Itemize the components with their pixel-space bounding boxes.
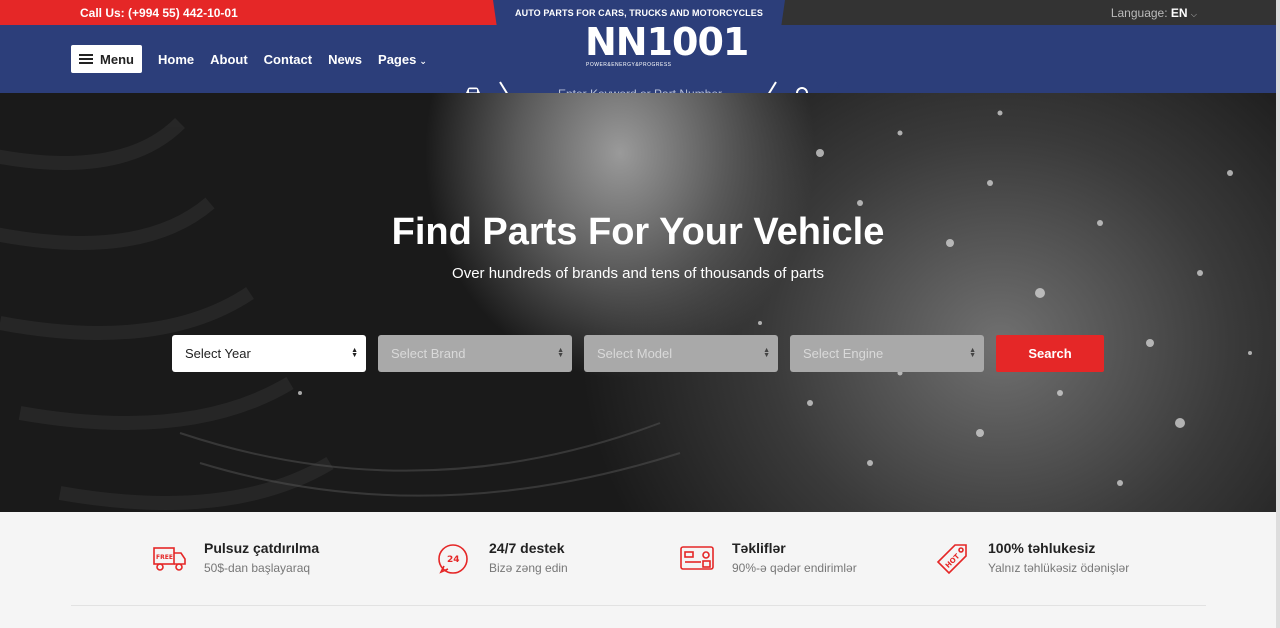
select-engine-label: Select Engine	[803, 346, 884, 361]
hero-subtitle: Over hundreds of brands and tens of thou…	[452, 265, 824, 282]
language-value: EN	[1170, 6, 1188, 20]
nav-news[interactable]: News	[328, 52, 362, 67]
feature-secure: HOT 100% təhlukesiz Yalnız təhlükəsiz öd…	[935, 540, 1129, 576]
menu-button[interactable]: Menu	[71, 45, 142, 73]
feature-title: 100% təhlukesiz	[988, 540, 1096, 556]
language-selector[interactable]: Language: EN ⌵	[1111, 6, 1197, 20]
feature-title: Təkliflər	[732, 540, 786, 556]
select-arrows-icon: ▲ ▼	[969, 347, 976, 359]
select-arrows-icon: ▲ ▼	[763, 347, 770, 359]
phone-link[interactable]: Call Us: (+994 55) 442-10-01	[80, 6, 238, 20]
feature-text: 50$-dan başlayaraq	[204, 561, 311, 575]
nav-home[interactable]: Home	[158, 52, 194, 67]
nav-pages-label: Pages	[378, 51, 417, 67]
select-year-label: Select Year	[185, 346, 251, 361]
feature-support: 24 24/7 destek Bizə zəng edin	[436, 540, 568, 576]
divider	[71, 605, 1206, 606]
site-logo[interactable]: NN1001 POWER&ENERGY&PROGRESS	[585, 20, 749, 68]
select-engine[interactable]: Select Engine ▲ ▼	[790, 335, 984, 372]
nav-about[interactable]: About	[210, 52, 248, 67]
free-delivery-truck-icon: FREE	[153, 547, 186, 571]
chevron-down-icon: ⌵	[1190, 10, 1197, 19]
feature-title: 24/7 destek	[489, 540, 565, 556]
nav-contact[interactable]: Contact	[264, 52, 312, 67]
tire-splash-background	[0, 110, 1252, 510]
features-strip: FREE Pulsuz çatdırılma 50$-dan başlayara…	[0, 512, 1276, 628]
select-brand[interactable]: Select Brand ▲ ▼	[378, 335, 572, 372]
hero-banner: Find Parts For Your Vehicle Over hundred…	[0, 93, 1280, 512]
svg-text:24: 24	[447, 555, 460, 565]
feature-offers: Təkliflər 90%-ə qədər endirimlər	[679, 540, 857, 575]
feature-text: Bizə zəng edin	[489, 561, 568, 575]
main-nav: Menu Home About Contact News Pages ⌄	[71, 45, 435, 73]
logo-text: NN1001	[585, 20, 749, 64]
offers-card-icon	[680, 546, 714, 570]
chevron-down-icon: ⌄	[419, 55, 427, 66]
vehicle-search-button[interactable]: Search	[996, 335, 1104, 372]
select-arrows-icon: ▲ ▼	[351, 347, 358, 359]
select-model-label: Select Model	[597, 346, 673, 361]
support-24-7-icon: 24	[438, 544, 468, 574]
hot-price-tag-icon: HOT	[936, 544, 967, 575]
page-scrollbar[interactable]	[1276, 0, 1280, 628]
top-bar-red-strip	[0, 0, 510, 25]
svg-text:HOT: HOT	[944, 552, 962, 570]
language-label: Language:	[1110, 6, 1168, 20]
feature-text: Yalnız təhlükəsiz ödənişlər	[988, 561, 1130, 575]
svg-text:FREE: FREE	[156, 554, 173, 561]
hero-title: Find Parts For Your Vehicle	[391, 211, 885, 253]
header-tagline: AUTO PARTS FOR CARS, TRUCKS AND MOTORCYC…	[515, 8, 763, 18]
feature-title: Pulsuz çatdırılma	[204, 540, 320, 556]
select-arrows-icon: ▲ ▼	[557, 347, 564, 359]
feature-text: 90%-ə qədər endirimlər	[732, 561, 857, 575]
select-brand-label: Select Brand	[391, 346, 466, 361]
feature-free-delivery: FREE Pulsuz çatdırılma 50$-dan başlayara…	[152, 540, 319, 575]
menu-label: Menu	[100, 51, 134, 67]
hamburger-icon	[79, 54, 94, 64]
select-year[interactable]: Select Year ▲ ▼	[172, 335, 366, 372]
nav-pages[interactable]: Pages ⌄	[378, 52, 427, 67]
select-model[interactable]: Select Model ▲ ▼	[584, 335, 778, 372]
